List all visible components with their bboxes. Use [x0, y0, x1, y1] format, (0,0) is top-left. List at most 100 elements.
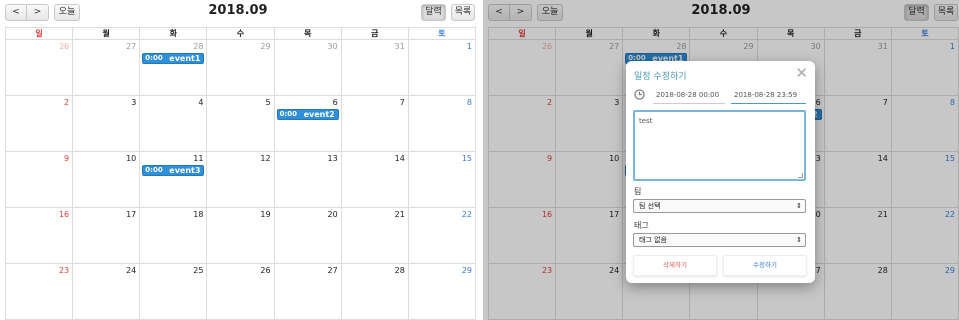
- calendar-panel: < > 오늘 2018.09 달력 목록 일 월 화 수 목 금 토 26 27 28 0:00 ev…: [0, 0, 476, 320]
- day-number: 21: [394, 210, 405, 219]
- tag-select[interactable]: 태그 없음 ⇕: [633, 233, 806, 247]
- app: < > 오늘 2018.09 달력 목록 일 월 화 수 목 금 토 26 27 28 0:00 ev…: [0, 0, 959, 320]
- day-number: 26: [58, 42, 70, 51]
- day-cell[interactable]: 19: [207, 208, 275, 264]
- team-select-value: 팀 선택: [639, 202, 661, 210]
- calendar-event[interactable]: 0:00 event1: [142, 53, 205, 64]
- week-row: 26 27 28 0:00 event1 29 30 31 1: [6, 40, 476, 96]
- day-cell[interactable]: 31: [341, 40, 409, 96]
- day-number: 23: [58, 266, 70, 275]
- day-number: 17: [126, 210, 137, 219]
- day-cell[interactable]: 29: [207, 40, 275, 96]
- calendar-event[interactable]: 0:00 event3: [142, 165, 205, 176]
- day-number: 6: [332, 98, 338, 107]
- day-cell[interactable]: 22: [408, 208, 476, 264]
- calendar-toolbar: < > 오늘 2018.09 달력 목록: [0, 0, 476, 27]
- day-number: 29: [260, 42, 271, 51]
- modal-title: 일정 수정하기: [634, 72, 687, 82]
- day-cell[interactable]: 7: [341, 96, 409, 152]
- day-number: 10: [126, 154, 137, 163]
- day-number: 15: [461, 154, 472, 163]
- event-time: 0:00: [145, 166, 163, 174]
- day-cell[interactable]: 26: [6, 40, 74, 96]
- day-cell[interactable]: 16: [6, 208, 74, 264]
- select-arrows-icon: ⇕: [796, 236, 802, 244]
- day-cell[interactable]: 30: [274, 40, 342, 96]
- day-cell[interactable]: 8: [408, 96, 476, 152]
- event-time: 0:00: [279, 110, 297, 118]
- list-view-button[interactable]: 목록: [451, 4, 475, 21]
- close-icon[interactable]: ✕: [795, 66, 808, 81]
- day-number: 27: [327, 266, 338, 275]
- day-cell[interactable]: 11 0:00 event3: [140, 152, 208, 208]
- day-cell[interactable]: 4: [140, 96, 208, 152]
- day-cell[interactable]: 3: [73, 96, 141, 152]
- tag-select-value: 태그 없음: [639, 236, 667, 244]
- delete-button[interactable]: 삭제하기: [633, 255, 717, 276]
- day-cell[interactable]: 20: [274, 208, 342, 264]
- day-cell[interactable]: 5: [207, 96, 275, 152]
- event-title: event2: [303, 110, 335, 119]
- day-cell[interactable]: 23: [6, 264, 74, 320]
- day-cell[interactable]: 27: [274, 264, 342, 320]
- day-cell[interactable]: 14: [341, 152, 409, 208]
- weekday-label: 목: [274, 28, 342, 40]
- day-number: 1: [466, 42, 472, 51]
- day-number: 28: [193, 42, 204, 51]
- month-view-button[interactable]: 달력: [421, 4, 446, 21]
- day-number: 18: [193, 210, 204, 219]
- day-number: 22: [461, 210, 472, 219]
- weekday-label: 수: [207, 28, 275, 40]
- day-number: 31: [394, 42, 405, 51]
- day-cell[interactable]: 10: [73, 152, 141, 208]
- day-cell[interactable]: 21: [341, 208, 409, 264]
- day-cell[interactable]: 29: [408, 264, 476, 320]
- calendar-event[interactable]: 0:00 event2: [276, 109, 339, 120]
- weekday-label: 금: [341, 28, 409, 40]
- calendar-title: 2018.09: [208, 3, 268, 18]
- resize-handle[interactable]: [798, 173, 803, 178]
- day-cell[interactable]: 28: [341, 264, 409, 320]
- day-cell[interactable]: 2: [6, 96, 74, 152]
- day-number: 12: [260, 154, 271, 163]
- day-number: 24: [126, 266, 137, 275]
- team-label: 팀: [634, 187, 642, 196]
- day-number: 13: [327, 154, 338, 163]
- weekday-label: 화: [140, 28, 208, 40]
- day-cell[interactable]: 12: [207, 152, 275, 208]
- weekday-label: 월: [73, 28, 141, 40]
- day-cell[interactable]: 28 0:00 event1: [140, 40, 208, 96]
- day-cell[interactable]: 27: [73, 40, 141, 96]
- day-cell[interactable]: 25: [140, 264, 208, 320]
- memo-textarea[interactable]: test: [633, 110, 806, 181]
- day-cell[interactable]: 24: [73, 264, 141, 320]
- day-cell[interactable]: 9: [6, 152, 74, 208]
- day-cell[interactable]: 18: [140, 208, 208, 264]
- team-select[interactable]: 팀 선택 ⇕: [633, 199, 806, 213]
- day-number: 11: [193, 154, 204, 163]
- end-datetime-input[interactable]: 2018-08-28 23:59: [731, 89, 806, 104]
- event-time: 0:00: [145, 54, 163, 62]
- day-number: 26: [260, 266, 271, 275]
- day-cell[interactable]: 17: [73, 208, 141, 264]
- event-title: event1: [169, 54, 201, 63]
- day-number: 5: [265, 98, 271, 107]
- week-row: 9 10 11 0:00 event3 12 13 14 15: [6, 152, 476, 208]
- week-row: 16 17 18 19 20 21 22: [6, 208, 476, 264]
- day-cell[interactable]: 6 0:00 event2: [274, 96, 342, 152]
- weekday-header: 일월화수목금토: [6, 28, 476, 40]
- day-number: 28: [394, 266, 405, 275]
- start-datetime-input[interactable]: 2018-08-28 00:00: [653, 89, 725, 104]
- day-cell[interactable]: 26: [207, 264, 275, 320]
- select-arrows-icon: ⇕: [796, 202, 802, 210]
- day-cell[interactable]: 15: [408, 152, 476, 208]
- tag-label: 태그: [634, 221, 649, 230]
- day-number: 30: [327, 42, 338, 51]
- day-cell[interactable]: 1: [408, 40, 476, 96]
- save-button[interactable]: 수정하기: [723, 255, 807, 276]
- day-cell[interactable]: 13: [274, 152, 342, 208]
- day-number: 2: [64, 98, 70, 107]
- day-number: 19: [260, 210, 271, 219]
- memo-text: test: [639, 117, 653, 125]
- week-row: 23 24 25 26 27 28 29: [6, 264, 476, 320]
